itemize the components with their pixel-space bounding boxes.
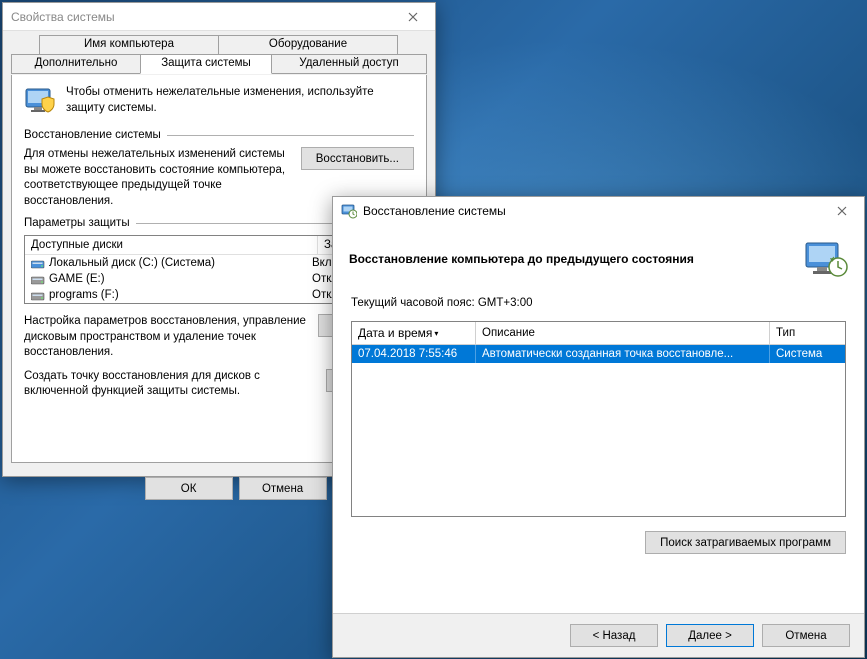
tab-computer-name[interactable]: Имя компьютера <box>39 35 219 55</box>
wizard-heading: Восстановление компьютера до предыдущего… <box>349 252 694 266</box>
cancel-button[interactable]: Отмена <box>239 477 327 500</box>
restore-button[interactable]: Восстановить... <box>301 147 414 170</box>
close-button[interactable] <box>393 4 433 30</box>
cancel-button[interactable]: Отмена <box>762 624 850 647</box>
titlebar: Свойства системы <box>3 3 435 31</box>
drive-icon <box>31 258 45 269</box>
restore-app-icon <box>341 203 357 219</box>
timezone-text: Текущий часовой пояс: GMT+3:00 <box>351 297 846 309</box>
titlebar: Восстановление системы <box>333 197 864 225</box>
drive-icon <box>31 290 45 301</box>
system-restore-window: Восстановление системы Восстановление ко… <box>332 196 865 658</box>
create-description: Создать точку восстановления для дисков … <box>24 369 316 400</box>
scan-programs-button[interactable]: Поиск затрагиваемых программ <box>645 531 846 554</box>
wizard-footer: < Назад Далее > Отмена <box>333 613 864 657</box>
back-button[interactable]: < Назад <box>570 624 658 647</box>
close-icon <box>837 206 847 216</box>
close-icon <box>408 12 418 22</box>
sort-desc-icon: ▾ <box>434 329 438 338</box>
next-button[interactable]: Далее > <box>666 624 754 647</box>
close-button[interactable] <box>822 198 862 224</box>
col-type-header[interactable]: Тип <box>770 322 845 344</box>
monitor-clock-icon <box>804 239 848 279</box>
params-group-label: Параметры защиты <box>24 217 130 229</box>
cell-date: 07.04.2018 7:55:46 <box>352 345 476 363</box>
cell-desc: Автоматически созданная точка восстановл… <box>476 345 770 363</box>
restore-description: Для отмены нежелательных изменений систе… <box>24 147 291 209</box>
restore-point-row[interactable]: 07.04.2018 7:55:46Автоматически созданна… <box>352 345 845 363</box>
tab-row: Имя компьютера Оборудование Дополнительн… <box>11 35 427 75</box>
drive-name: programs (F:) <box>49 289 308 301</box>
tab-advanced[interactable]: Дополнительно <box>11 54 141 74</box>
info-text: Чтобы отменить нежелательные изменения, … <box>66 85 414 117</box>
ok-button[interactable]: ОК <box>145 477 233 500</box>
window-title: Восстановление системы <box>363 204 506 218</box>
drive-name: Локальный диск (C:) (Система) <box>49 257 308 269</box>
configure-description: Настройка параметров восстановления, упр… <box>24 314 308 361</box>
restore-group-label: Восстановление системы <box>24 129 161 141</box>
tab-hardware[interactable]: Оборудование <box>218 35 398 55</box>
col-date-header[interactable]: Дата и время▾ <box>352 322 476 344</box>
drive-icon <box>31 274 45 285</box>
shield-monitor-icon <box>24 85 56 117</box>
window-title: Свойства системы <box>11 10 115 24</box>
col-desc-header[interactable]: Описание <box>476 322 770 344</box>
tab-remote[interactable]: Удаленный доступ <box>271 54 427 74</box>
tab-system-protection[interactable]: Защита системы <box>140 54 272 74</box>
restore-points-table: Дата и время▾ Описание Тип 07.04.2018 7:… <box>351 321 846 517</box>
cell-type: Система <box>770 345 845 363</box>
col-drive-header[interactable]: Доступные диски <box>25 236 318 254</box>
drive-name: GAME (E:) <box>49 273 308 285</box>
wizard-header: Восстановление компьютера до предыдущего… <box>333 225 864 289</box>
